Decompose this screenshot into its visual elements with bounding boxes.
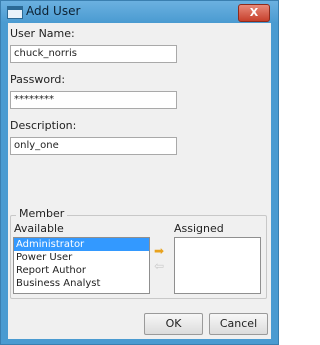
username-label: User Name:: [10, 27, 75, 40]
list-item[interactable]: Report Author: [14, 264, 149, 277]
available-label: Available: [14, 222, 64, 235]
close-button[interactable]: X: [238, 4, 270, 22]
password-field[interactable]: ********: [10, 91, 177, 109]
title-bar[interactable]: Add User X: [1, 1, 278, 23]
window-icon: [7, 6, 23, 19]
list-item[interactable]: Administrator: [14, 238, 149, 251]
dialog-title: Add User: [26, 4, 81, 18]
add-user-dialog: Add User X User Name: chuck_norris Passw…: [0, 0, 279, 345]
add-member-arrow-icon[interactable]: ➡: [154, 245, 164, 257]
description-label: Description:: [10, 119, 77, 132]
assigned-label: Assigned: [174, 222, 224, 235]
list-item[interactable]: Business Analyst: [14, 277, 149, 290]
remove-member-arrow-icon[interactable]: ⇦: [154, 260, 164, 272]
description-field[interactable]: only_one: [10, 137, 177, 155]
dialog-content: User Name: chuck_norris Password: ******…: [8, 23, 271, 339]
member-group-title: Member: [16, 207, 68, 220]
available-list[interactable]: Administrator Power User Report Author B…: [13, 237, 150, 294]
cancel-button[interactable]: Cancel: [209, 313, 268, 335]
list-item[interactable]: Power User: [14, 251, 149, 264]
assigned-list[interactable]: [174, 237, 261, 294]
username-field[interactable]: chuck_norris: [10, 45, 177, 63]
ok-button[interactable]: OK: [144, 313, 203, 335]
password-label: Password:: [10, 73, 66, 86]
